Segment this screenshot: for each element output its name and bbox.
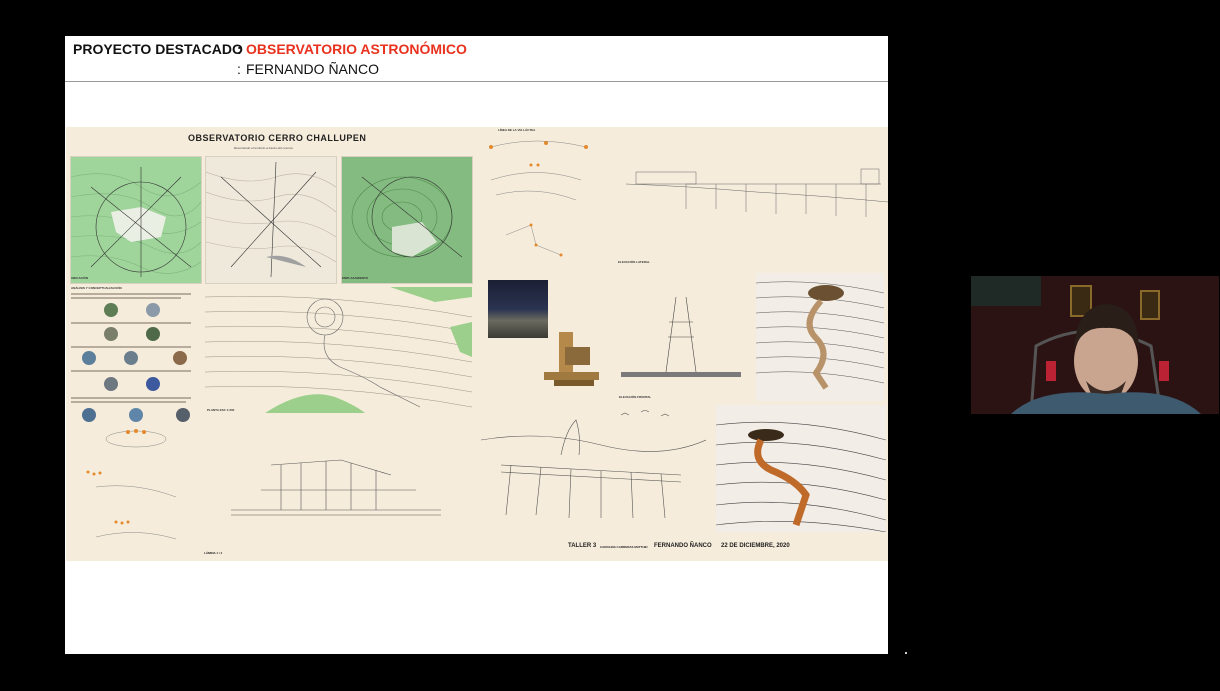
telescope-render [544, 332, 599, 386]
project-label: PROYECTO DESTACADO [73, 41, 243, 57]
frontal-elevation [621, 297, 741, 377]
footer-course: TALLER 3 [568, 543, 597, 549]
render-top [756, 273, 884, 401]
analysis-thumb [82, 408, 96, 422]
footer-coordinator: CAROLINA CARRERAS MATTHEI [600, 545, 648, 549]
analysis-thumb [173, 351, 187, 365]
perspective-sketch [481, 410, 706, 519]
analysis-thumb [124, 351, 138, 365]
poster-title: OBSERVATORIO CERRO CHALLUPEN [188, 133, 367, 143]
label-analysis: ANÁLISIS Y CONCEPTUALIZACIÓN [71, 286, 122, 290]
footer-date: 22 DE DICIEMBRE, 2020 [721, 543, 790, 549]
label-ubicacion: UBICACIÓN [71, 276, 88, 280]
presentation-slide: PROYECTO DESTACADO : OBSERVATORIO ASTRON… [65, 36, 888, 654]
title-colon: : [237, 41, 242, 57]
poster-subtitle: Recorriendo el territorio a través del c… [234, 146, 293, 150]
pavilion-elevation [231, 459, 441, 516]
project-title: OBSERVATORIO ASTRONÓMICO [246, 41, 467, 57]
label-frontal: ELEVACIÓN FRONTAL [619, 395, 652, 399]
analysis-thumb [146, 377, 160, 391]
project-author: FERNANDO ÑANCO [246, 61, 380, 77]
analysis-thumb [129, 408, 143, 422]
analysis-thumb [176, 408, 190, 422]
analysis-thumb [104, 327, 118, 341]
footer-author: FERNANDO ÑANCO [654, 543, 712, 549]
label-plan: PLANTA ESC 1:200 [207, 408, 235, 412]
lateral-elevation [626, 168, 888, 217]
label-linea: LÍNEA DE LA VÍA LÁCTEA [498, 128, 536, 132]
analysis-thumb [82, 351, 96, 365]
architecture-poster: OBSERVATORIO CERRO CHALLUPEN Recorriendo… [66, 127, 888, 561]
analysis-thumb [104, 377, 118, 391]
label-emplazamiento: EMPLAZAMIENTO [342, 276, 369, 280]
render-bottom [716, 405, 886, 532]
author-colon: : [237, 61, 241, 77]
analysis-thumb [104, 303, 118, 317]
footer-sheet: LÁMINA 1 / 4 [204, 551, 223, 555]
territory-map-1 [70, 156, 202, 284]
site-plan [205, 287, 472, 413]
analysis-thumb [146, 327, 160, 341]
label-lateral: ELEVACIÓN LATERAL [618, 260, 650, 264]
slide-header: PROYECTO DESTACADO : OBSERVATORIO ASTRON… [65, 36, 888, 82]
concept-sketches [86, 429, 177, 540]
participant-video[interactable] [971, 276, 1219, 414]
constellation-sketches [489, 140, 588, 257]
analysis-thumb [146, 303, 160, 317]
territory-map-2 [205, 156, 337, 284]
cursor-dot [905, 652, 907, 654]
territory-map-3 [341, 156, 473, 284]
